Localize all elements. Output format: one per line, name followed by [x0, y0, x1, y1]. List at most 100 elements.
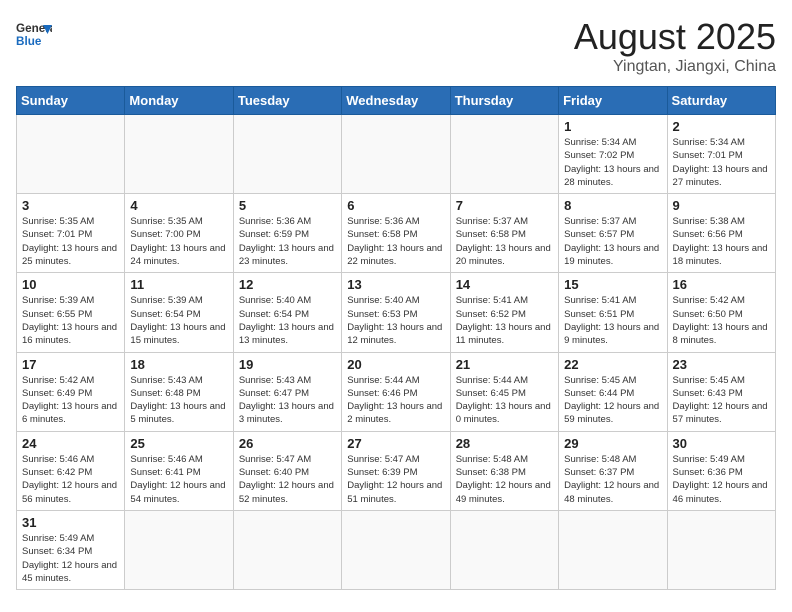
day-number: 21 — [456, 357, 553, 372]
table-row: 15 Sunrise: 5:41 AM Sunset: 6:51 PM Dayli… — [559, 273, 667, 352]
day-number: 20 — [347, 357, 444, 372]
col-thursday: Thursday — [450, 87, 558, 115]
day-info: Sunrise: 5:35 AM Sunset: 7:00 PM Dayligh… — [130, 215, 227, 268]
table-row: 31 Sunrise: 5:49 AM Sunset: 6:34 PM Dayli… — [17, 510, 125, 589]
day-info: Sunrise: 5:35 AM Sunset: 7:01 PM Dayligh… — [22, 215, 119, 268]
day-info: Sunrise: 5:37 AM Sunset: 6:58 PM Dayligh… — [456, 215, 553, 268]
table-row: 30Sunrise: 5:49 AM Sunset: 6:36 PM Dayli… — [667, 431, 775, 510]
day-info: Sunrise: 5:41 AM Sunset: 6:52 PM Dayligh… — [456, 294, 553, 347]
svg-text:Blue: Blue — [16, 35, 42, 48]
table-row: 2 Sunrise: 5:34 AM Sunset: 7:01 PM Daylig… — [667, 115, 775, 194]
day-number: 17 — [22, 357, 119, 372]
day-info: Sunrise: 5:45 AM Sunset: 6:44 PM Dayligh… — [564, 374, 661, 427]
table-row: 17 Sunrise: 5:42 AM Sunset: 6:49 PM Dayli… — [17, 352, 125, 431]
col-sunday: Sunday — [17, 87, 125, 115]
day-number: 28 — [456, 436, 553, 451]
table-row: 19 Sunrise: 5:43 AM Sunset: 6:47 PM Dayli… — [233, 352, 341, 431]
table-row — [450, 115, 558, 194]
day-info: Sunrise: 5:42 AM Sunset: 6:49 PM Dayligh… — [22, 374, 119, 427]
table-row — [125, 510, 233, 589]
logo: General Blue — [16, 16, 52, 52]
day-info: Sunrise: 5:39 AM Sunset: 6:55 PM Dayligh… — [22, 294, 119, 347]
day-info: Sunrise: 5:47 AM Sunset: 6:39 PM Dayligh… — [347, 453, 444, 506]
day-number: 10 — [22, 277, 119, 292]
day-info: Sunrise: 5:47 AM Sunset: 6:40 PM Dayligh… — [239, 453, 336, 506]
col-tuesday: Tuesday — [233, 87, 341, 115]
table-row: 4 Sunrise: 5:35 AM Sunset: 7:00 PM Daylig… — [125, 194, 233, 273]
day-number: 30 — [673, 436, 770, 451]
day-info: Sunrise: 5:43 AM Sunset: 6:47 PM Dayligh… — [239, 374, 336, 427]
day-number: 3 — [22, 198, 119, 213]
day-info: Sunrise: 5:42 AM Sunset: 6:50 PM Dayligh… — [673, 294, 770, 347]
day-info: Sunrise: 5:40 AM Sunset: 6:54 PM Dayligh… — [239, 294, 336, 347]
day-number: 14 — [456, 277, 553, 292]
table-row: 8Sunrise: 5:37 AM Sunset: 6:57 PM Daylig… — [559, 194, 667, 273]
day-info: Sunrise: 5:41 AM Sunset: 6:51 PM Dayligh… — [564, 294, 661, 347]
day-info: Sunrise: 5:36 AM Sunset: 6:59 PM Dayligh… — [239, 215, 336, 268]
day-number: 5 — [239, 198, 336, 213]
day-info: Sunrise: 5:34 AM Sunset: 7:01 PM Dayligh… — [673, 136, 770, 189]
day-info: Sunrise: 5:44 AM Sunset: 6:45 PM Dayligh… — [456, 374, 553, 427]
day-info: Sunrise: 5:49 AM Sunset: 6:34 PM Dayligh… — [22, 532, 119, 585]
table-row: 6Sunrise: 5:36 AM Sunset: 6:58 PM Daylig… — [342, 194, 450, 273]
table-row: 25Sunrise: 5:46 AM Sunset: 6:41 PM Dayli… — [125, 431, 233, 510]
day-number: 26 — [239, 436, 336, 451]
table-row: 16 Sunrise: 5:42 AM Sunset: 6:50 PM Dayli… — [667, 273, 775, 352]
day-number: 22 — [564, 357, 661, 372]
day-number: 4 — [130, 198, 227, 213]
page-header: General Blue August 2025 Yingtan, Jiangx… — [16, 16, 776, 76]
table-row: 12 Sunrise: 5:40 AM Sunset: 6:54 PM Dayli… — [233, 273, 341, 352]
col-friday: Friday — [559, 87, 667, 115]
table-row: 14 Sunrise: 5:41 AM Sunset: 6:52 PM Dayli… — [450, 273, 558, 352]
table-row: 27 Sunrise: 5:47 AM Sunset: 6:39 PM Dayli… — [342, 431, 450, 510]
day-number: 16 — [673, 277, 770, 292]
day-number: 24 — [22, 436, 119, 451]
day-number: 2 — [673, 119, 770, 134]
day-number: 27 — [347, 436, 444, 451]
table-row — [342, 115, 450, 194]
table-row: 13 Sunrise: 5:40 AM Sunset: 6:53 PM Dayli… — [342, 273, 450, 352]
day-number: 1 — [564, 119, 661, 134]
table-row: 1 Sunrise: 5:34 AM Sunset: 7:02 PM Daylig… — [559, 115, 667, 194]
day-number: 19 — [239, 357, 336, 372]
day-number: 12 — [239, 277, 336, 292]
day-number: 13 — [347, 277, 444, 292]
table-row: 23Sunrise: 5:45 AM Sunset: 6:43 PM Dayli… — [667, 352, 775, 431]
table-row: 29Sunrise: 5:48 AM Sunset: 6:37 PM Dayli… — [559, 431, 667, 510]
day-info: Sunrise: 5:34 AM Sunset: 7:02 PM Dayligh… — [564, 136, 661, 189]
day-info: Sunrise: 5:40 AM Sunset: 6:53 PM Dayligh… — [347, 294, 444, 347]
table-row — [17, 115, 125, 194]
table-row — [125, 115, 233, 194]
logo-icon: General Blue — [16, 16, 52, 52]
day-number: 9 — [673, 198, 770, 213]
table-row: 26 Sunrise: 5:47 AM Sunset: 6:40 PM Dayli… — [233, 431, 341, 510]
day-info: Sunrise: 5:46 AM Sunset: 6:42 PM Dayligh… — [22, 453, 119, 506]
table-row: 7Sunrise: 5:37 AM Sunset: 6:58 PM Daylig… — [450, 194, 558, 273]
table-row: 22 Sunrise: 5:45 AM Sunset: 6:44 PM Dayli… — [559, 352, 667, 431]
day-number: 25 — [130, 436, 227, 451]
col-wednesday: Wednesday — [342, 87, 450, 115]
calendar-header-row: Sunday Monday Tuesday Wednesday Thursday… — [17, 87, 776, 115]
calendar-subtitle: Yingtan, Jiangxi, China — [574, 58, 776, 76]
day-number: 31 — [22, 515, 119, 530]
day-info: Sunrise: 5:48 AM Sunset: 6:37 PM Dayligh… — [564, 453, 661, 506]
table-row — [667, 510, 775, 589]
day-info: Sunrise: 5:45 AM Sunset: 6:43 PM Dayligh… — [673, 374, 770, 427]
col-saturday: Saturday — [667, 87, 775, 115]
day-info: Sunrise: 5:48 AM Sunset: 6:38 PM Dayligh… — [456, 453, 553, 506]
table-row — [450, 510, 558, 589]
table-row: 21 Sunrise: 5:44 AM Sunset: 6:45 PM Dayli… — [450, 352, 558, 431]
day-info: Sunrise: 5:44 AM Sunset: 6:46 PM Dayligh… — [347, 374, 444, 427]
table-row: 28 Sunrise: 5:48 AM Sunset: 6:38 PM Dayli… — [450, 431, 558, 510]
day-number: 11 — [130, 277, 227, 292]
table-row — [559, 510, 667, 589]
table-row: 20 Sunrise: 5:44 AM Sunset: 6:46 PM Dayli… — [342, 352, 450, 431]
day-number: 6 — [347, 198, 444, 213]
day-number: 8 — [564, 198, 661, 213]
day-number: 15 — [564, 277, 661, 292]
table-row: 5 Sunrise: 5:36 AM Sunset: 6:59 PM Daylig… — [233, 194, 341, 273]
table-row: 9Sunrise: 5:38 AM Sunset: 6:56 PM Daylig… — [667, 194, 775, 273]
day-info: Sunrise: 5:39 AM Sunset: 6:54 PM Dayligh… — [130, 294, 227, 347]
table-row: 18Sunrise: 5:43 AM Sunset: 6:48 PM Dayli… — [125, 352, 233, 431]
table-row — [233, 115, 341, 194]
